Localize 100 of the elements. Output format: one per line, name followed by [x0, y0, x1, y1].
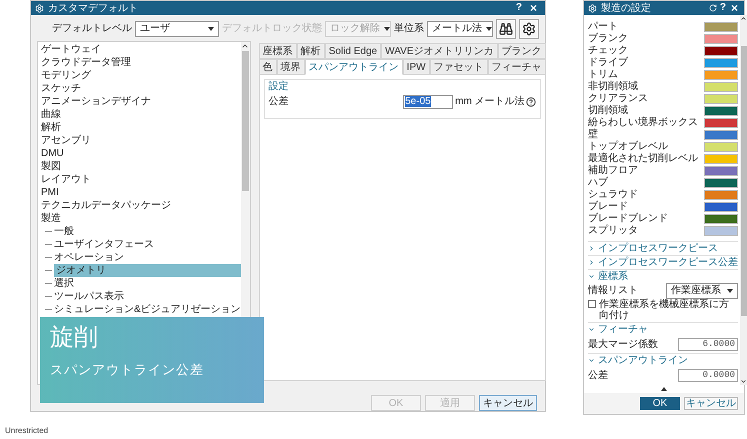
level-dropdown[interactable]: ユーザ — [135, 20, 219, 37]
color-label: クリアランス — [588, 93, 649, 104]
tree-item[interactable]: アニメーションデザイナ — [41, 94, 151, 108]
tab[interactable]: IPW — [402, 58, 430, 75]
color-swatch[interactable] — [704, 178, 738, 188]
dialog-button[interactable]: キャンセル — [684, 397, 738, 410]
color-label: 補助フロア — [588, 165, 639, 176]
tree-item[interactable]: PMI — [41, 186, 59, 199]
caret-icon — [486, 26, 492, 31]
color-label: チェック — [588, 45, 629, 56]
tree-item[interactable]: レイアウト — [41, 172, 91, 186]
tree-item[interactable]: ツールパス表示 — [54, 290, 124, 303]
input-field[interactable]: 5e-05 — [403, 94, 454, 109]
close-button[interactable]: × — [526, 2, 541, 14]
checkbox[interactable] — [588, 300, 596, 308]
field-label: 情報リスト — [588, 284, 639, 298]
color-swatch[interactable] — [704, 142, 738, 152]
color-swatch[interactable] — [704, 154, 738, 164]
help-button[interactable]: ? — [716, 2, 729, 14]
color-swatch[interactable] — [704, 118, 738, 128]
color-label: 非切削領域 — [588, 81, 639, 93]
color-label: トップオブレベル — [588, 141, 669, 152]
tab[interactable]: 座標系 — [258, 42, 297, 59]
window-title: カスタマデフォルト — [48, 2, 138, 16]
color-swatch[interactable] — [704, 82, 738, 92]
color-label: ブランク — [588, 33, 629, 45]
reset-icon[interactable] — [708, 4, 717, 12]
help-button[interactable]: ? — [512, 2, 526, 14]
color-swatch[interactable] — [704, 70, 738, 80]
tree-item[interactable]: 曲線 — [41, 108, 61, 121]
tab[interactable]: WAVEジオメトリリンカ — [381, 42, 498, 59]
tree-item[interactable]: 選択 — [54, 276, 74, 290]
tree-item[interactable]: モデリング — [41, 68, 91, 82]
tab[interactable]: 色 — [258, 58, 277, 75]
binoculars-icon[interactable] — [496, 18, 516, 39]
caret-icon — [588, 326, 595, 333]
tab[interactable]: スパンアウトライン — [304, 58, 403, 75]
color-label: 壁 — [588, 129, 599, 141]
caret-icon — [208, 26, 214, 31]
color-swatch[interactable] — [704, 202, 738, 212]
tree-item[interactable]: スケッチ — [41, 82, 81, 95]
collapse-icon[interactable] — [661, 387, 667, 391]
tab[interactable]: ファセット — [430, 58, 488, 75]
settings-icon[interactable] — [519, 18, 539, 39]
tree-item[interactable]: 製図 — [41, 160, 61, 173]
color-swatch[interactable] — [704, 190, 738, 200]
caret-icon — [384, 26, 390, 31]
tree-item[interactable]: テクニカルデータパッケージ — [41, 198, 171, 212]
section-header[interactable]: 座標系 — [588, 270, 628, 283]
tree-item[interactable]: 一般 — [54, 224, 74, 238]
checkbox-label: 作業座標系を機械座標系に方向付け — [599, 299, 730, 321]
tree-item[interactable]: 製造 — [41, 212, 61, 225]
color-swatch[interactable] — [704, 46, 738, 56]
tab[interactable]: ブランク — [498, 42, 546, 59]
tree-item[interactable]: ジオメトリ — [54, 264, 241, 277]
tab[interactable]: 境界 — [276, 58, 305, 75]
number-field[interactable]: 6.0000 — [678, 338, 738, 351]
color-swatch[interactable] — [704, 106, 738, 116]
scroll-up-icon[interactable] — [740, 15, 747, 22]
scroll-down-icon[interactable] — [740, 378, 747, 385]
tree-item[interactable]: DMU — [41, 146, 64, 160]
color-label: ハブ — [588, 177, 609, 189]
tree-item[interactable]: ユーザインタフェース — [54, 238, 154, 251]
field-label: 最大マージ係数 — [588, 338, 659, 352]
dialog-button[interactable]: OK — [640, 397, 680, 410]
tab[interactable]: 解析 — [296, 42, 325, 59]
section-header[interactable]: インプロセスワークピース公差 — [588, 256, 738, 269]
field-label: 単位系 — [394, 22, 424, 36]
tree-item[interactable]: 解析 — [41, 120, 61, 134]
color-swatch[interactable] — [704, 226, 738, 236]
units-dropdown[interactable]: メートル法 — [427, 20, 493, 37]
caption-subtitle: スパンアウトライン公差 — [50, 360, 205, 379]
color-swatch[interactable] — [704, 166, 738, 176]
color-label: トリム — [588, 69, 619, 80]
help-icon[interactable] — [526, 96, 536, 107]
tree-item[interactable]: アセンブリ — [41, 134, 91, 147]
close-button[interactable]: × — [728, 2, 740, 14]
info-dropdown[interactable]: 作業座標系 — [666, 282, 738, 298]
color-label: パート — [588, 21, 619, 32]
color-swatch[interactable] — [704, 58, 738, 68]
dialog-button[interactable]: キャンセル — [479, 395, 537, 411]
color-swatch[interactable] — [704, 130, 738, 140]
color-swatch[interactable] — [704, 22, 738, 32]
tree-item[interactable]: シミュレーション&ビジュアリゼーション — [54, 302, 241, 316]
scrollbar[interactable] — [740, 15, 747, 385]
tree-item[interactable]: ゲートウェイ — [41, 42, 101, 56]
tab[interactable]: フィーチャ — [488, 58, 546, 75]
section-header[interactable]: インプロセスワークピース — [588, 242, 718, 255]
caret-icon — [727, 288, 733, 292]
color-swatch[interactable] — [704, 34, 738, 44]
window-title: 製造の設定 — [601, 2, 651, 16]
section-header[interactable]: フィーチャ — [588, 323, 648, 336]
number-field[interactable]: 0.0000 — [678, 369, 738, 382]
tab[interactable]: Solid Edge — [324, 42, 382, 59]
gear-icon — [588, 4, 597, 12]
section-header[interactable]: スパンアウトライン — [588, 354, 688, 367]
tree-item[interactable]: オペレーション — [54, 250, 124, 264]
color-swatch[interactable] — [704, 94, 738, 104]
tree-item[interactable]: クラウドデータ管理 — [41, 56, 131, 69]
color-swatch[interactable] — [704, 214, 738, 224]
